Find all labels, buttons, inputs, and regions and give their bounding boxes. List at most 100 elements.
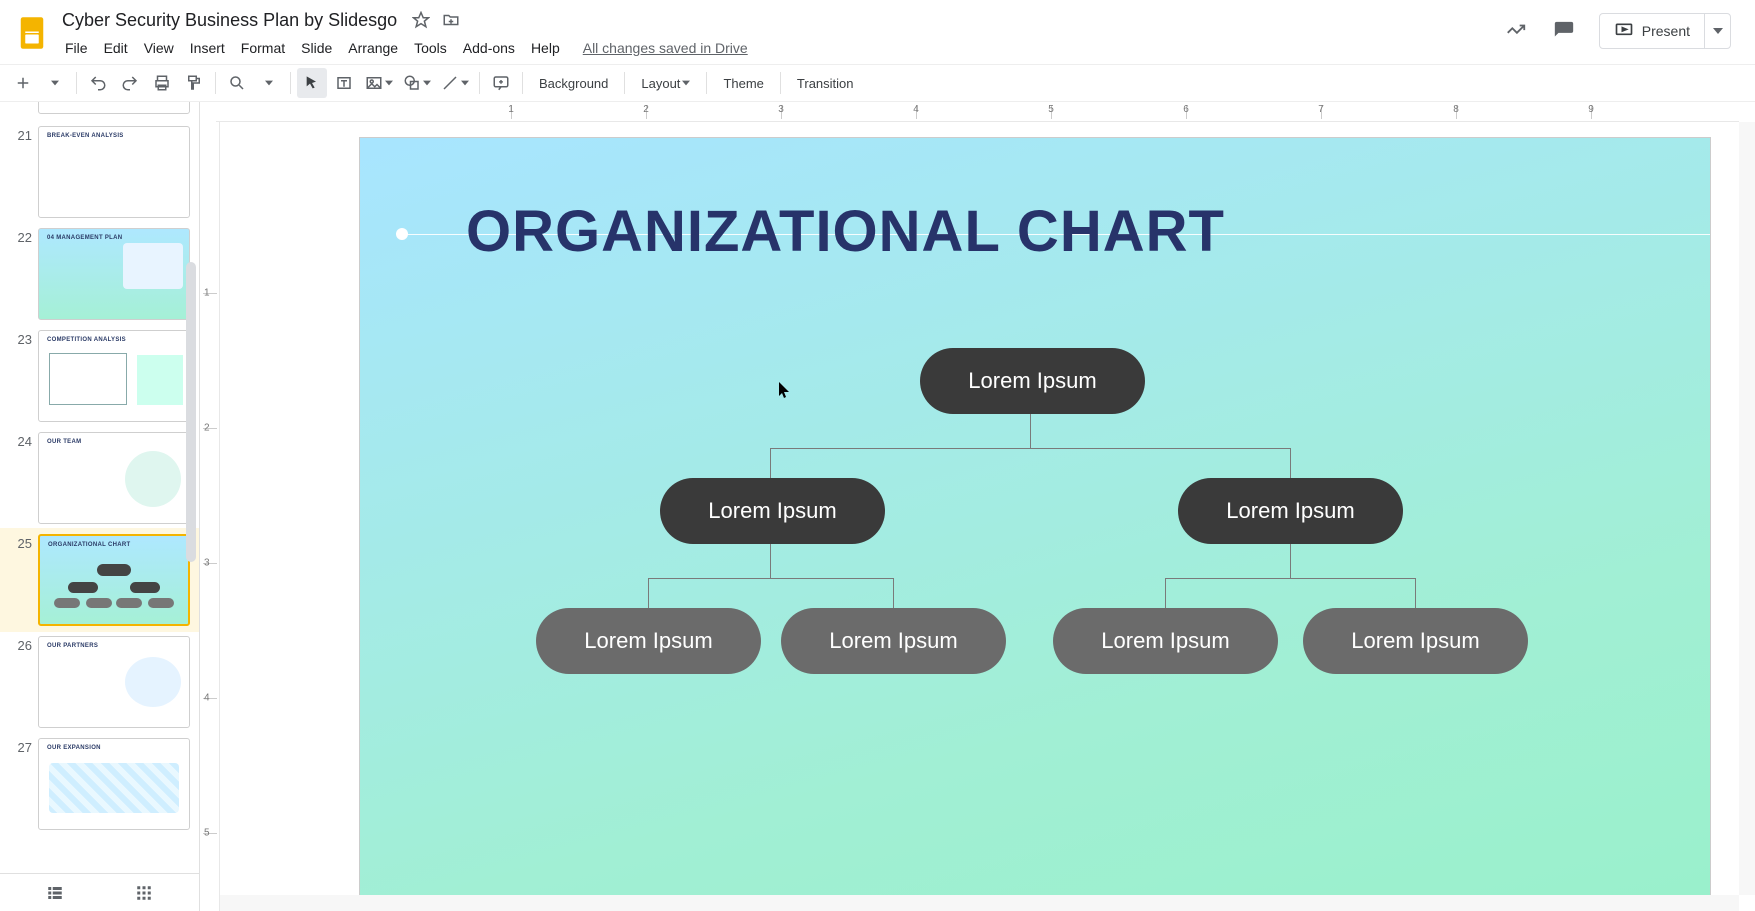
org-connector [1165,578,1166,608]
select-tool[interactable] [297,68,327,98]
filmstrip-view-grid-icon[interactable] [129,878,159,908]
slide-number: 21 [6,128,32,143]
layout-button[interactable]: Layout [631,68,700,98]
comment-tool[interactable] [486,68,516,98]
slide-number: 24 [6,434,32,449]
redo-button[interactable] [115,68,145,98]
line-tool[interactable] [437,68,473,98]
paint-format-button[interactable] [179,68,209,98]
menu-format[interactable]: Format [234,37,292,59]
slide-thumbnail[interactable]: OUR PARTNERS [38,636,190,728]
org-ll[interactable]: Lorem Ipsum [536,608,761,674]
filmstrip-view-list-icon[interactable] [40,878,70,908]
background-button[interactable]: Background [529,68,618,98]
move-icon[interactable] [441,10,461,30]
new-slide-dropdown[interactable] [40,68,70,98]
print-button[interactable] [147,68,177,98]
star-icon[interactable] [411,10,431,30]
menu-insert[interactable]: Insert [183,37,232,59]
slide-number: 26 [6,638,32,653]
org-connector [893,578,894,608]
menu-file[interactable]: File [58,37,95,59]
comments-icon[interactable] [1551,18,1577,44]
filmstrip-footer [0,873,199,911]
menu-help[interactable]: Help [524,37,567,59]
slide-thumbnail[interactable]: OUR TEAM [38,432,190,524]
cursor-icon [779,382,791,398]
slide-thumbnail[interactable]: ADVERTISING AND PROMOTION [38,102,190,114]
doc-title[interactable]: Cyber Security Business Plan by Slidesgo [58,8,401,33]
toolbar-separator [706,72,707,94]
thumbnail-title: OUR TEAM [47,439,81,445]
ruler-label: 4 [913,104,919,115]
ruler-label: 2 [204,423,210,434]
zoom-dropdown[interactable] [254,68,284,98]
app-logo[interactable] [12,13,52,53]
ruler-label: 3 [204,558,210,569]
menu-tools[interactable]: Tools [407,37,454,59]
save-status[interactable]: All changes saved in Drive [583,40,748,56]
slide-thumbnail[interactable]: OUR EXPANSION [38,738,190,830]
org-connector [648,578,649,608]
org-connector [770,448,1290,449]
docbar: Cyber Security Business Plan by Slidesgo… [0,0,1755,64]
scrollbar-thumb[interactable] [186,262,196,562]
canvas-area: 123456789 12345 ORGANIZATIONAL CHART Lor… [200,102,1755,911]
slide-thumbnail[interactable]: ORGANIZATIONAL CHART [38,534,190,626]
slide-canvas[interactable]: ORGANIZATIONAL CHART Lorem Ipsum Lorem I… [360,138,1710,898]
workspace: 20ADVERTISING AND PROMOTION21BREAK-EVEN … [0,102,1755,911]
org-left[interactable]: Lorem Ipsum [660,478,885,544]
transition-button[interactable]: Transition [787,68,864,98]
ruler-label: 1 [204,288,210,299]
slide-thumbnail[interactable]: BREAK-EVEN ANALYSIS [38,126,190,218]
thumbnail-title: COMPETITION ANALYSIS [47,337,126,343]
present-group: Present [1599,13,1731,49]
slide-number: 23 [6,332,32,347]
menu-addons[interactable]: Add-ons [456,37,522,59]
menu-arrange[interactable]: Arrange [341,37,405,59]
new-slide-button[interactable] [8,68,38,98]
toolbar-separator [780,72,781,94]
horizontal-ruler[interactable]: 123456789 [216,102,1739,122]
org-rl[interactable]: Lorem Ipsum [1053,608,1278,674]
toolbar-separator [76,72,77,94]
thumbnail-title: 04 MANAGEMENT PLAN [47,235,122,241]
org-connector [1415,578,1416,608]
ruler-label: 3 [778,104,784,115]
undo-button[interactable] [83,68,113,98]
slide-thumbnail[interactable]: COMPETITION ANALYSIS [38,330,190,422]
activity-icon[interactable] [1503,18,1529,44]
org-lr[interactable]: Lorem Ipsum [781,608,1006,674]
thumbnail-title: ORGANIZATIONAL CHART [48,542,130,548]
docbar-right: Present [1503,13,1747,49]
ruler-label: 8 [1453,104,1459,115]
slide-thumbnail[interactable]: 04 MANAGEMENT PLAN [38,228,190,320]
menu-edit[interactable]: Edit [97,37,135,59]
present-dropdown[interactable] [1704,14,1730,48]
menu-view[interactable]: View [137,37,181,59]
org-connector [770,448,771,478]
org-root[interactable]: Lorem Ipsum [920,348,1145,414]
docbar-center: Cyber Security Business Plan by Slidesgo… [58,7,1503,61]
menu-slide[interactable]: Slide [294,37,339,59]
slide-number: 27 [6,740,32,755]
vertical-ruler[interactable]: 12345 [200,122,220,911]
textbox-tool[interactable] [329,68,359,98]
thumbnail-title: BREAK-EVEN ANALYSIS [47,133,124,139]
canvas-scrollbar-x[interactable] [220,895,1739,911]
shape-tool[interactable] [399,68,435,98]
image-tool[interactable] [361,68,397,98]
filmstrip-scrollbar[interactable] [183,102,199,873]
org-rr[interactable]: Lorem Ipsum [1303,608,1528,674]
slide-title[interactable]: ORGANIZATIONAL CHART [466,198,1225,265]
canvas-scrollbar-y[interactable] [1739,122,1755,895]
toolbar-separator [522,72,523,94]
ruler-label: 5 [204,828,210,839]
theme-button[interactable]: Theme [713,68,773,98]
ruler-label: 1 [508,104,514,115]
zoom-button[interactable] [222,68,252,98]
org-right[interactable]: Lorem Ipsum [1178,478,1403,544]
toolbar-separator [215,72,216,94]
filmstrip-scroll[interactable]: 20ADVERTISING AND PROMOTION21BREAK-EVEN … [0,102,199,873]
present-button[interactable]: Present [1600,14,1704,48]
